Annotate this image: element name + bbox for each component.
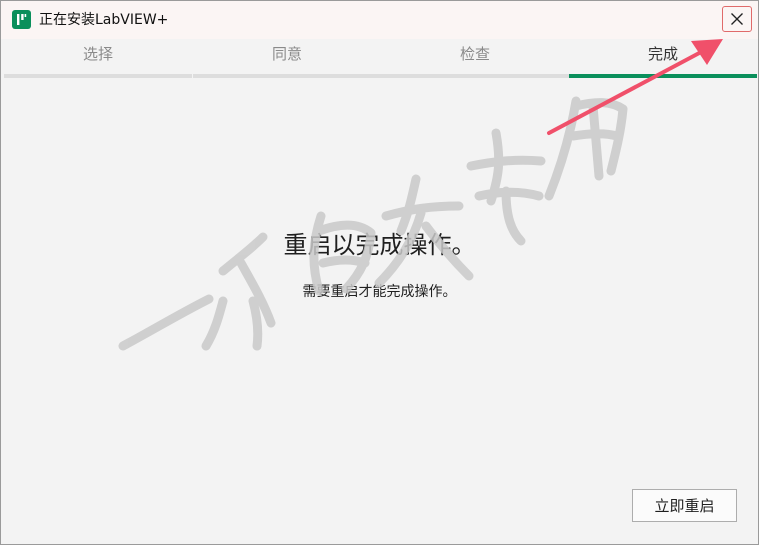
tab-review[interactable]: 检查 bbox=[381, 39, 569, 79]
content-area: 重启以完成操作。 需要重启才能完成操作。 立即重启 bbox=[1, 79, 758, 544]
close-button[interactable] bbox=[722, 6, 752, 32]
tab-agree[interactable]: 同意 bbox=[193, 39, 381, 79]
step-tabs: 选择 同意 检查 完成 bbox=[4, 39, 757, 79]
restart-message: 需要重启才能完成操作。 bbox=[302, 284, 457, 300]
window-title: 正在安装LabVIEW+ bbox=[39, 12, 169, 28]
tab-progress-bar bbox=[4, 74, 192, 78]
restart-now-button[interactable]: 立即重启 bbox=[632, 489, 737, 522]
tab-progress-bar bbox=[193, 74, 381, 78]
tab-label: 完成 bbox=[647, 45, 678, 63]
tab-label: 检查 bbox=[459, 45, 490, 63]
tab-select[interactable]: 选择 bbox=[4, 39, 192, 79]
tab-progress-bar bbox=[569, 74, 757, 78]
tab-finish[interactable]: 完成 bbox=[569, 39, 757, 79]
close-icon bbox=[731, 13, 743, 25]
installer-window: 正在安装LabVIEW+ 选择 同意 检查 完成 重启以完成操作。 需要重启才能… bbox=[0, 0, 759, 545]
title-bar[interactable]: 正在安装LabVIEW+ bbox=[1, 1, 758, 39]
page-title: 重启以完成操作。 bbox=[283, 231, 476, 259]
labview-app-icon bbox=[12, 10, 31, 29]
tab-progress-bar bbox=[381, 74, 569, 78]
tab-label: 同意 bbox=[271, 45, 302, 63]
tab-label: 选择 bbox=[82, 45, 113, 63]
